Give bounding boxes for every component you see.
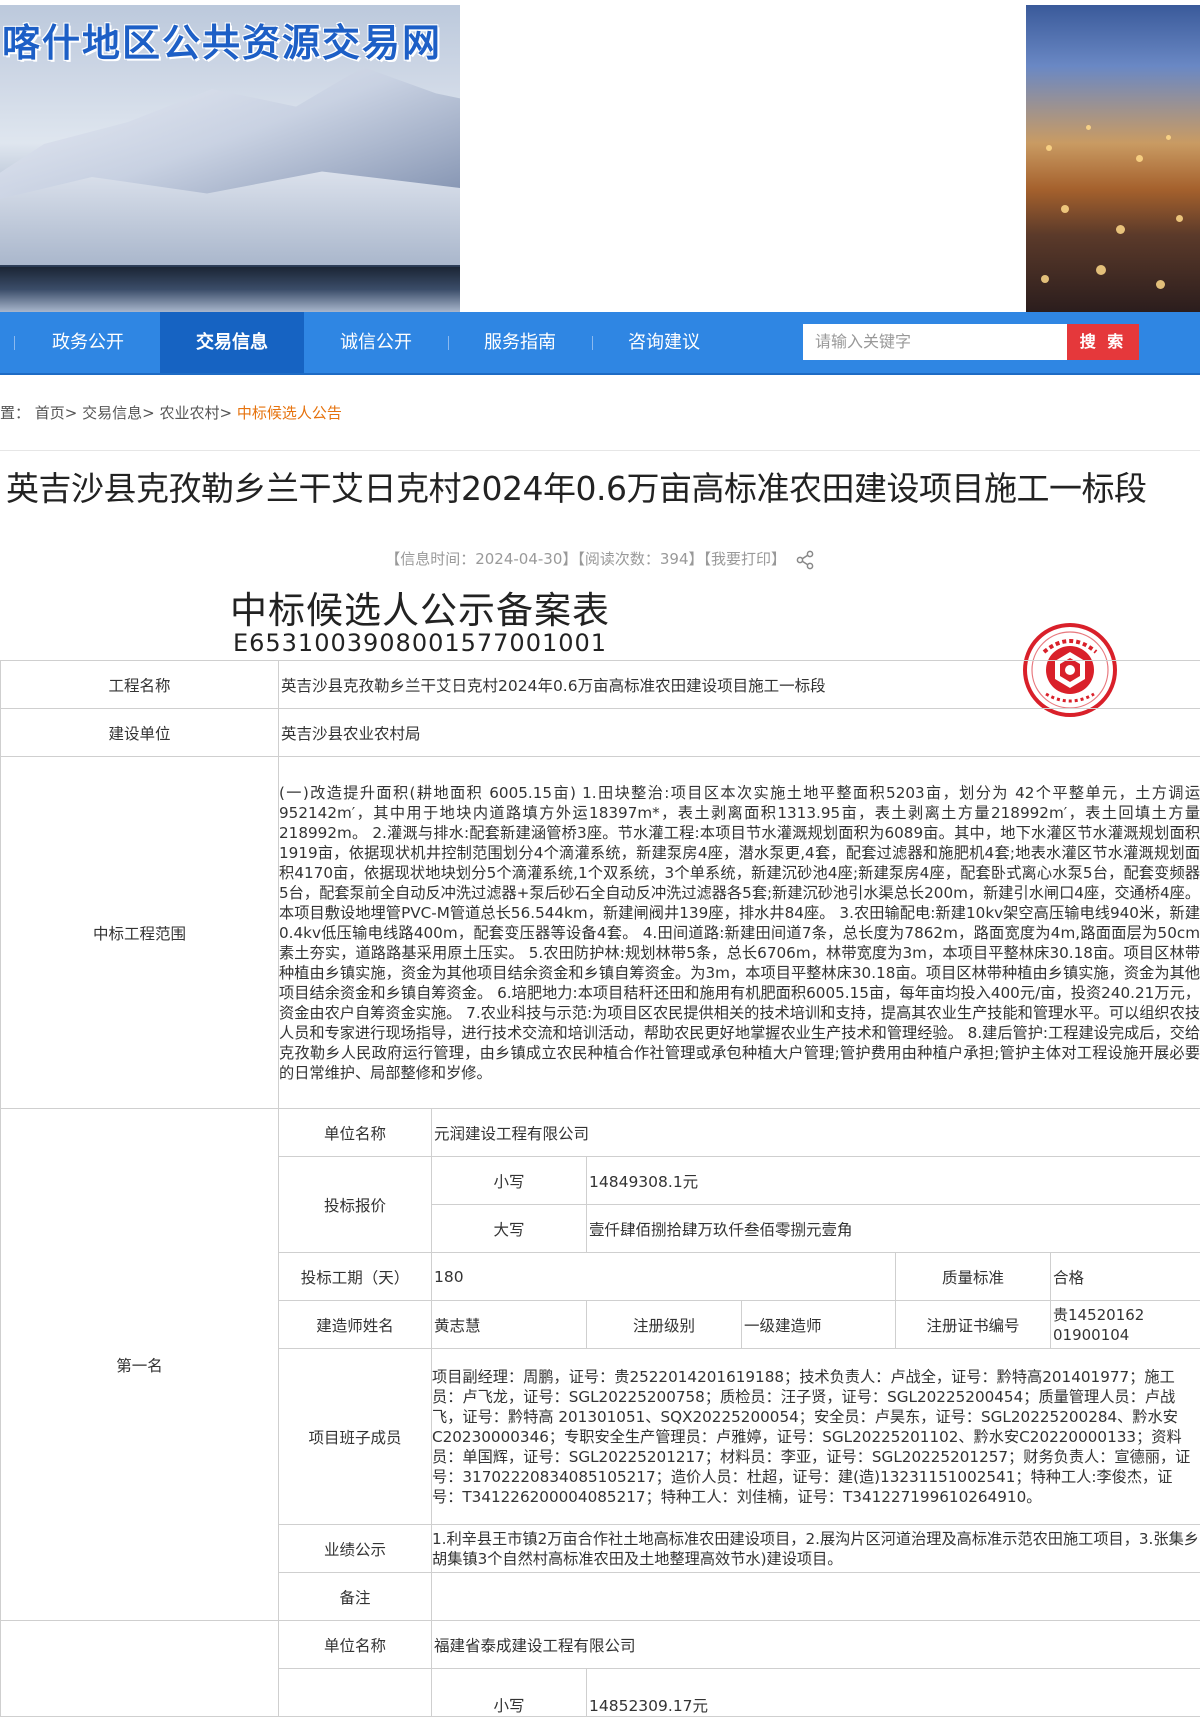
document-code: E6531003908001577001001 — [0, 629, 840, 657]
second-lower-label: 小写 — [432, 1669, 587, 1717]
first-remark-value — [432, 1573, 1200, 1621]
first-members-label: 项目班子成员 — [279, 1349, 432, 1525]
meta-time: 【信息时间：2024-04-30】 — [385, 550, 577, 568]
article-title: 英吉沙县克孜勒乡兰干艾日克村2024年0.6万亩高标准农田建设项目施工一标段 — [6, 462, 1146, 510]
breadcrumb-current[interactable]: 中标候选人公告 — [237, 404, 342, 422]
scope-label: 中标工程范围 — [1, 757, 279, 1109]
first-period-label: 投标工期（天） — [279, 1253, 432, 1301]
breadcrumb: 置： 首页> 交易信息> 农业农村> 中标候选人公告 — [0, 398, 342, 428]
second-lower-value: 14852309.17元 — [587, 1669, 1200, 1717]
second-unit-value: 福建省泰成建设工程有限公司 — [432, 1621, 1200, 1669]
nav-item-consult[interactable]: 咨询建议 — [592, 312, 736, 373]
first-lower-value: 14849308.1元 — [587, 1157, 1200, 1205]
first-reg-level-label: 注册级别 — [587, 1301, 742, 1349]
first-members-value: 项目副经理：周鹏，证号：贵2522014201619188；技术负责人：卢战全，… — [432, 1349, 1200, 1525]
nav-item-trade-info[interactable]: 交易信息 — [160, 312, 304, 373]
first-period-value: 180 — [432, 1253, 896, 1301]
second-unit-label: 单位名称 — [279, 1621, 432, 1669]
scope-value: (一)改造提升面积(耕地面积 6005.15亩) 1.田块整治:项目区本次实施土… — [279, 757, 1200, 1109]
breadcrumb-trade-info[interactable]: 交易信息> — [82, 404, 155, 422]
breadcrumb-home[interactable]: 首页> — [35, 404, 78, 422]
search-input[interactable]: 请输入关键字 — [803, 324, 1067, 360]
first-bid-label: 投标报价 — [279, 1157, 432, 1253]
first-unit-label: 单位名称 — [279, 1109, 432, 1157]
breadcrumb-agriculture[interactable]: 农业农村> — [160, 404, 233, 422]
project-name-value: 英吉沙县克孜勒乡兰干艾日克村2024年0.6万亩高标准农田建设项目施工一标段 — [279, 661, 1200, 709]
breadcrumb-prefix: 置： — [0, 404, 30, 422]
first-upper-value: 壹仟肆佰捌拾肆万玖仟叁佰零捌元壹角 — [587, 1205, 1200, 1253]
first-cert-value: 贵14520162 01900104 — [1051, 1301, 1200, 1349]
first-quality-label: 质量标准 — [896, 1253, 1051, 1301]
builder-label: 建设单位 — [1, 709, 279, 757]
first-cert-label: 注册证书编号 — [896, 1301, 1051, 1349]
article-meta: 【信息时间：2024-04-30】【阅读次数：394】【我要打印】 — [0, 548, 1200, 570]
first-performance-value: 1.利辛县王市镇2万亩合作社土地高标准农田建设项目，2.展沟片区河道治理及高标准… — [432, 1525, 1200, 1573]
banner-image-night-market — [1026, 5, 1200, 312]
first-builder-name-label: 建造师姓名 — [279, 1301, 432, 1349]
nav-item-service-guide[interactable]: 服务指南 — [448, 312, 592, 373]
first-unit-value: 元润建设工程有限公司 — [432, 1109, 1200, 1157]
search-button[interactable]: 搜 索 — [1067, 324, 1139, 360]
first-rank-label: 第一名 — [1, 1109, 279, 1621]
second-bid-cell — [279, 1669, 432, 1717]
share-icon[interactable] — [795, 550, 815, 570]
document-title: 中标候选人公示备案表 — [0, 580, 840, 634]
header-banner: 喀什地区公共资源交易网 — [0, 0, 1200, 312]
first-quality-value: 合格 — [1051, 1253, 1200, 1301]
first-performance-label: 业绩公示 — [279, 1525, 432, 1573]
nav-item-government-affairs[interactable]: 政务公开 — [16, 312, 160, 373]
print-link[interactable]: 【我要打印】 — [704, 550, 787, 568]
first-upper-label: 大写 — [432, 1205, 587, 1253]
meta-reads: 【阅读次数：394】 — [577, 550, 703, 568]
first-lower-label: 小写 — [432, 1157, 587, 1205]
first-builder-name-value: 黄志慧 — [432, 1301, 587, 1349]
main-nav: 政务公开 交易信息 诚信公开 服务指南 咨询建议 请输入关键字 搜 索 — [0, 312, 1200, 375]
first-reg-level-value: 一级建造师 — [742, 1301, 896, 1349]
divider — [0, 450, 1200, 451]
candidate-table: 工程名称 英吉沙县克孜勒乡兰干艾日克村2024年0.6万亩高标准农田建设项目施工… — [0, 660, 1200, 1717]
builder-value: 英吉沙县农业农村局 — [279, 709, 1200, 757]
nav-item-credit[interactable]: 诚信公开 — [304, 312, 448, 373]
second-rank-cell — [1, 1621, 279, 1717]
first-remark-label: 备注 — [279, 1573, 432, 1621]
project-name-label: 工程名称 — [1, 661, 279, 709]
site-title: 喀什地区公共资源交易网 — [2, 12, 442, 67]
